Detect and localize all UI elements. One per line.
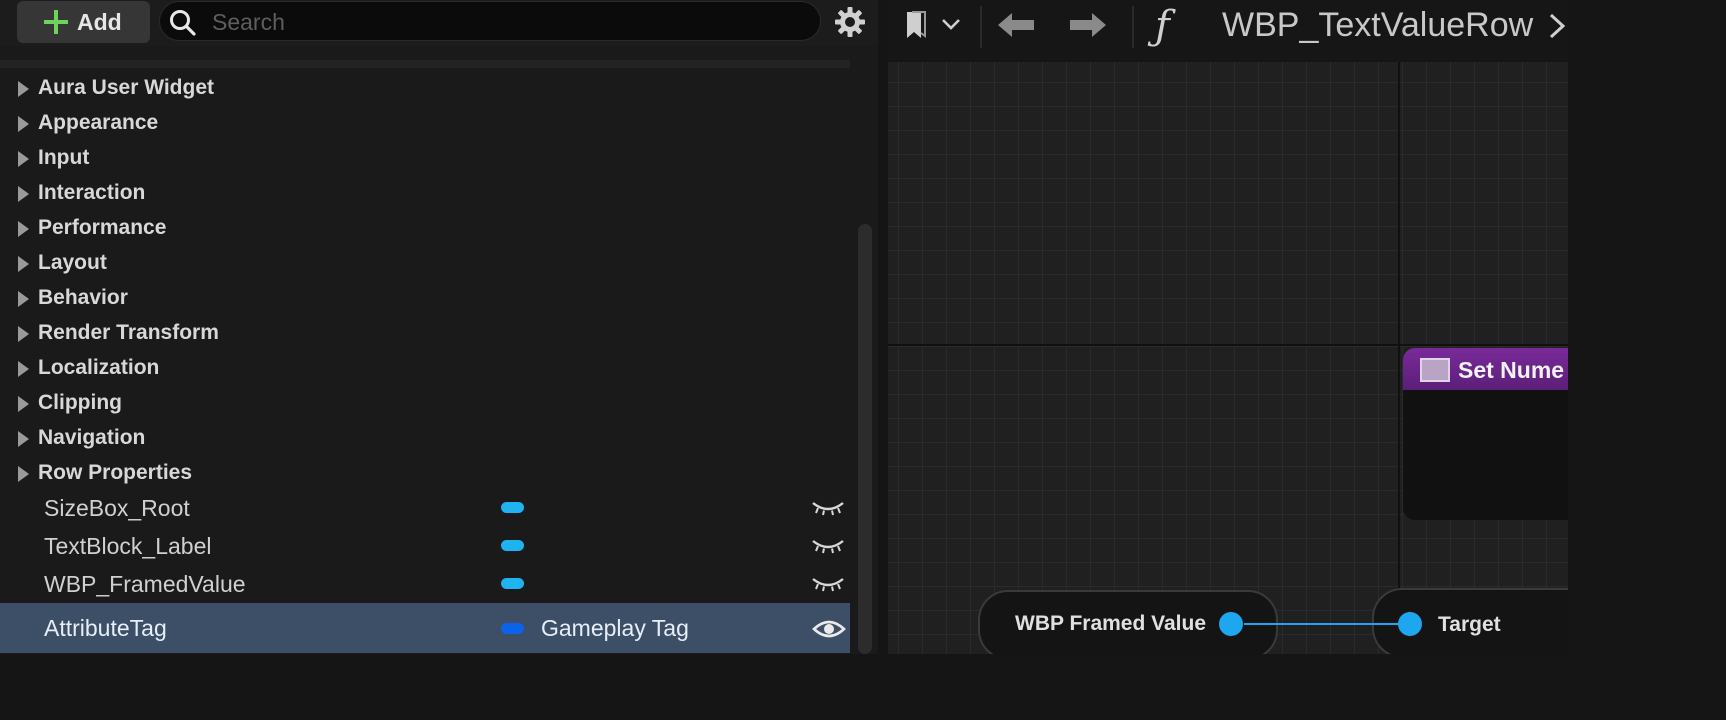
chevron-down-icon[interactable]	[940, 16, 962, 32]
category-localization[interactable]: Localization	[0, 350, 850, 385]
expand-arrow-icon[interactable]	[18, 326, 29, 342]
details-panel: Add Search Aura User Widget Appearance I…	[0, 0, 878, 654]
variable-name: AttributeTag	[44, 615, 167, 641]
eye-icon[interactable]	[812, 616, 846, 642]
category-label: Appearance	[38, 111, 159, 134]
output-pin[interactable]	[1219, 612, 1243, 636]
add-button[interactable]: Add	[17, 1, 150, 43]
category-input[interactable]: Input	[0, 140, 850, 175]
expand-arrow-icon[interactable]	[18, 466, 29, 482]
search-input[interactable]: Search	[212, 9, 285, 36]
category-render-transform[interactable]: Render Transform	[0, 315, 850, 350]
variable-type-pill-icon	[501, 578, 524, 589]
expand-arrow-icon[interactable]	[18, 81, 29, 97]
category-label: Interaction	[38, 181, 146, 204]
eye-closed-icon[interactable]	[811, 536, 845, 554]
category-clipping[interactable]: Clipping	[0, 385, 850, 420]
expand-arrow-icon[interactable]	[18, 116, 29, 132]
category-layout[interactable]: Layout	[0, 245, 850, 280]
toolbar-separator	[1132, 6, 1134, 48]
category-appearance[interactable]: Appearance	[0, 105, 850, 140]
category-label: Row Properties	[38, 461, 193, 484]
connection-wire[interactable]	[1244, 623, 1402, 625]
expand-arrow-icon[interactable]	[18, 186, 29, 202]
unreal-blueprint-editor: Add Search Aura User Widget Appearance I…	[0, 0, 1568, 654]
variable-type-label[interactable]: Gameplay Tag	[541, 615, 689, 642]
variable-row[interactable]: WBP_FramedValue	[0, 565, 850, 603]
variable-type-pill-icon	[501, 502, 524, 513]
category-label: Behavior	[38, 286, 128, 309]
category-label: Localization	[38, 356, 160, 379]
scrollbar[interactable]	[858, 224, 872, 654]
plus-icon	[44, 10, 68, 34]
node-header: Set Nume	[1403, 348, 1568, 390]
category-label: Layout	[38, 251, 107, 274]
expand-arrow-icon[interactable]	[18, 256, 29, 272]
expand-arrow-icon[interactable]	[18, 361, 29, 377]
eye-closed-icon[interactable]	[811, 574, 845, 592]
expand-arrow-icon[interactable]	[18, 431, 29, 447]
grid-major-line	[888, 344, 1568, 346]
node-label: WBP Framed Value	[1015, 612, 1207, 635]
category-performance[interactable]: Performance	[0, 210, 850, 245]
graph-canvas[interactable]	[888, 0, 1568, 654]
category-interaction[interactable]: Interaction	[0, 175, 850, 210]
variable-name: WBP_FramedValue	[44, 571, 246, 597]
chevron-right-icon[interactable]	[1546, 12, 1568, 40]
grid-major-line	[1398, 62, 1400, 654]
expand-arrow-icon[interactable]	[18, 396, 29, 412]
variable-name: SizeBox_Root	[44, 495, 190, 521]
details-toolbar: Add Search	[0, 0, 878, 46]
toolbar-separator	[980, 6, 982, 48]
category-navigation[interactable]: Navigation	[0, 420, 850, 455]
expand-arrow-icon[interactable]	[18, 291, 29, 307]
node-title: Set Nume	[1458, 357, 1565, 383]
search-box[interactable]: Search	[159, 1, 821, 41]
add-button-label: Add	[77, 9, 122, 35]
category-label: Performance	[38, 216, 167, 239]
category-label: Clipping	[38, 391, 122, 414]
category-label: Navigation	[38, 426, 146, 449]
function-node-icon	[1420, 358, 1450, 382]
variable-row-selected[interactable]: AttributeTag Gameplay Tag	[0, 603, 850, 653]
search-icon	[170, 10, 196, 36]
variable-type-pill-icon	[501, 623, 524, 634]
expand-arrow-icon[interactable]	[18, 151, 29, 167]
graph-breadcrumb-title[interactable]: WBP_TextValueRow	[1222, 6, 1533, 45]
bookmark-icon[interactable]	[904, 10, 928, 40]
variable-name: TextBlock_Label	[44, 533, 212, 559]
gear-icon[interactable]	[834, 6, 866, 38]
expand-arrow-icon[interactable]	[18, 221, 29, 237]
back-arrow-icon[interactable]	[996, 10, 1036, 40]
category-row-properties[interactable]: Row Properties	[0, 455, 850, 490]
category-label: Aura User Widget	[38, 76, 215, 99]
set-function-node[interactable]: Set Nume	[1403, 348, 1568, 520]
target-input-pin[interactable]	[1398, 612, 1422, 636]
category-aura-user-widget[interactable]: Aura User Widget	[0, 70, 850, 105]
forward-arrow-icon[interactable]	[1068, 10, 1108, 40]
category-label: Render Transform	[38, 321, 219, 344]
category-behavior[interactable]: Behavior	[0, 280, 850, 315]
variable-type-pill-icon	[501, 540, 524, 551]
category-label: Input	[38, 146, 90, 169]
pin-label: Target	[1438, 613, 1501, 636]
variable-row[interactable]: SizeBox_Root	[0, 489, 850, 527]
panel-divider	[0, 60, 850, 68]
function-icon: ƒ	[1155, 3, 1170, 49]
eye-closed-icon[interactable]	[811, 498, 845, 516]
variable-row[interactable]: TextBlock_Label	[0, 527, 850, 565]
